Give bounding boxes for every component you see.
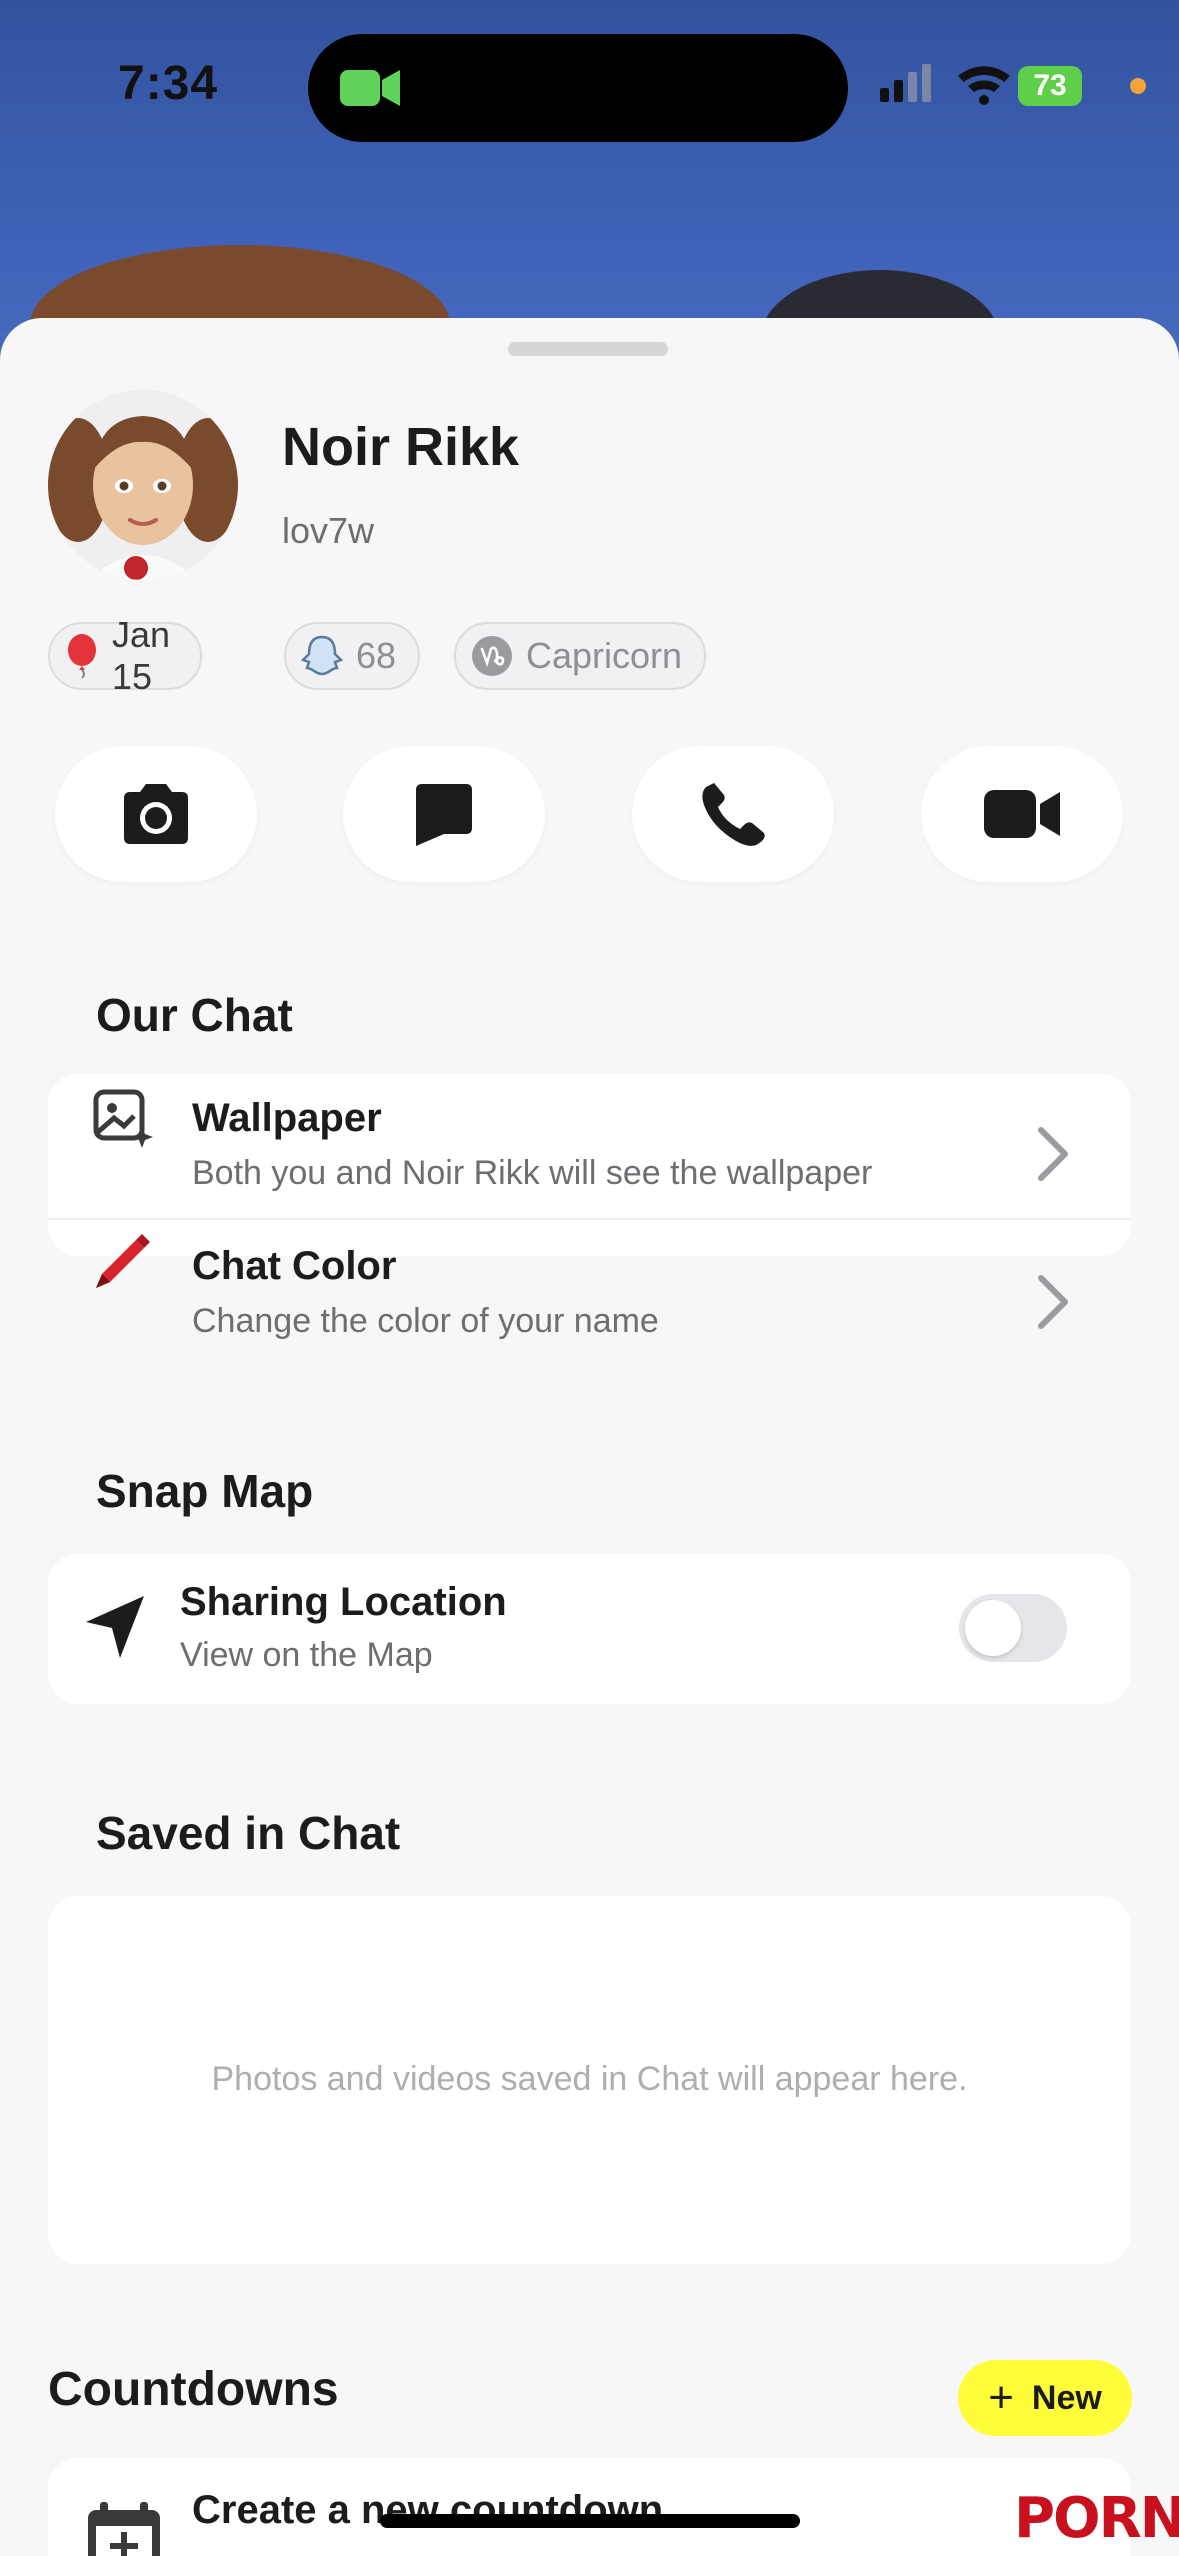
privacy-indicator-dot xyxy=(1130,78,1146,94)
zodiac-text: Capricorn xyxy=(526,635,683,676)
chat-color-subtitle: Change the color of your name xyxy=(192,1302,659,1340)
chat-color-row[interactable]: Chat Color Change the color of your name xyxy=(48,1220,1131,1340)
video-call-button[interactable] xyxy=(921,746,1123,882)
wallpaper-row[interactable]: Wallpaper Both you and Noir Rikk will se… xyxy=(48,1074,1131,1192)
call-button[interactable] xyxy=(632,746,834,882)
countdown-card[interactable]: Create a new countdown xyxy=(48,2458,1131,2556)
saved-in-chat-title: Saved in Chat xyxy=(96,1807,401,1859)
crayon-icon xyxy=(88,1226,158,1296)
chat-color-title: Chat Color xyxy=(192,1244,397,1288)
phone-icon xyxy=(702,783,765,846)
snapscore-chip[interactable]: 68 xyxy=(284,622,421,690)
snapscore-text: 68 xyxy=(356,635,397,676)
profile-sheet: Noir Rikk lov7w Jan 15 68 Capricorn Our … xyxy=(0,318,1179,2556)
camera-icon xyxy=(124,784,188,844)
location-toggle[interactable] xyxy=(959,1594,1067,1662)
chevron-right-icon xyxy=(1038,1127,1068,1181)
toggle-knob xyxy=(965,1600,1021,1656)
cellular-signal-icon xyxy=(880,64,931,102)
facetime-active-icon xyxy=(340,70,400,106)
chevron-right-icon xyxy=(1038,1275,1068,1329)
capricorn-icon xyxy=(470,634,514,678)
calendar-add-icon xyxy=(84,2500,164,2556)
countdowns-title: Countdowns xyxy=(48,2363,339,2416)
birthday-chip[interactable]: Jan 15 xyxy=(48,614,203,697)
our-chat-title: Our Chat xyxy=(96,989,293,1041)
username: lov7w xyxy=(282,510,375,551)
sheet-grabber[interactable] xyxy=(508,342,668,356)
new-countdown-button[interactable]: + New xyxy=(958,2360,1132,2436)
wallpaper-icon xyxy=(88,1084,158,1154)
home-indicator[interactable] xyxy=(380,2514,800,2528)
watermark-overlay: PORN xyxy=(1014,2486,1179,2551)
zodiac-chip[interactable]: Capricorn xyxy=(454,622,707,690)
camera-button[interactable] xyxy=(55,746,257,882)
our-chat-card: Wallpaper Both you and Noir Rikk will se… xyxy=(48,1074,1131,1340)
battery-indicator: 73 xyxy=(1018,66,1082,106)
quick-actions xyxy=(0,746,1179,886)
chat-button[interactable] xyxy=(343,746,545,882)
plus-icon: + xyxy=(988,2373,1014,2422)
ghost-icon xyxy=(300,634,344,678)
wallpaper-subtitle: Both you and Noir Rikk will see the wall… xyxy=(192,1154,873,1192)
bitmoji-avatar-icon xyxy=(48,390,238,580)
snap-map-title: Snap Map xyxy=(96,1465,314,1517)
wallpaper-title: Wallpaper xyxy=(192,1096,382,1140)
new-button-label: New xyxy=(1031,2378,1102,2417)
saved-empty-text: Photos and videos saved in Chat will app… xyxy=(211,2060,968,2098)
location-arrow-icon xyxy=(80,1592,150,1662)
sharing-location-row[interactable]: Sharing Location View on the Map xyxy=(48,1554,1131,1704)
video-camera-icon xyxy=(984,790,1060,838)
display-name: Noir Rikk xyxy=(282,417,520,477)
balloon-icon xyxy=(64,634,100,678)
snap-map-card: Sharing Location View on the Map xyxy=(48,1554,1131,1704)
saved-in-chat-card: Photos and videos saved in Chat will app… xyxy=(48,1896,1131,2264)
status-time: 7:34 xyxy=(118,57,219,110)
sharing-location-subtitle: View on the Map xyxy=(180,1636,433,1674)
sharing-location-title: Sharing Location xyxy=(180,1580,507,1624)
chat-bubble-icon xyxy=(416,784,472,846)
birthday-text: Jan 15 xyxy=(112,614,171,697)
avatar[interactable] xyxy=(48,390,238,580)
wifi-icon xyxy=(958,66,1010,105)
